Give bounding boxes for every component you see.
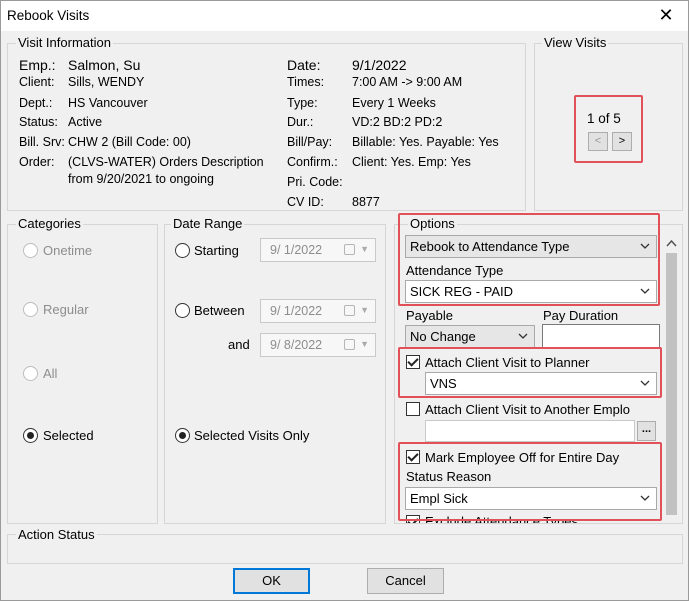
categories-label: Categories bbox=[16, 216, 83, 231]
date-label: Date: bbox=[287, 57, 321, 73]
between-date-picker[interactable]: 9/ 1/2022 ▼ bbox=[260, 299, 376, 323]
between-date-value: 9/ 1/2022 bbox=[270, 304, 323, 318]
dur-label: Dur.: bbox=[287, 115, 314, 129]
selected-visits-only-radio[interactable] bbox=[175, 428, 190, 443]
selected-visits-only-label: Selected Visits Only bbox=[194, 428, 310, 443]
calendar-icon bbox=[344, 244, 355, 255]
cancel-button[interactable]: Cancel bbox=[367, 568, 444, 594]
bill-srv-value: CHW 2 (Bill Code: 00) bbox=[68, 135, 191, 149]
category-all-label: All bbox=[43, 366, 58, 381]
confirm-label: Confirm.: bbox=[287, 155, 338, 169]
dept-value: HS Vancouver bbox=[68, 96, 148, 110]
pay-duration-label: Pay Duration bbox=[543, 308, 619, 323]
view-visits-highlight bbox=[574, 95, 643, 163]
category-onetime-label: Onetime bbox=[43, 243, 93, 258]
starting-date-value: 9/ 1/2022 bbox=[270, 243, 323, 257]
date-range-group bbox=[164, 224, 386, 524]
date-value: 9/1/2022 bbox=[352, 57, 407, 73]
and-label: and bbox=[228, 337, 250, 352]
dept-label: Dept.: bbox=[19, 96, 53, 110]
status-value: Active bbox=[68, 115, 103, 129]
and-date-picker[interactable]: 9/ 8/2022 ▼ bbox=[260, 333, 376, 357]
category-regular-radio[interactable] bbox=[23, 302, 38, 317]
payable-select[interactable]: No Change bbox=[405, 325, 535, 348]
bill-pay-value: Billable: Yes. Payable: Yes bbox=[352, 135, 499, 149]
title-bar[interactable]: Rebook Visits ✕ bbox=[1, 1, 688, 31]
chevron-down-icon: ▼ bbox=[360, 305, 369, 315]
order-label: Order: bbox=[19, 155, 55, 169]
client-value: Sills, WENDY bbox=[68, 75, 145, 89]
mark-off-highlight bbox=[398, 442, 662, 521]
client-label: Client: bbox=[19, 75, 55, 89]
status-label: Status: bbox=[19, 115, 58, 129]
scroll-up-icon[interactable] bbox=[663, 235, 680, 252]
times-label: Times: bbox=[287, 75, 325, 89]
chevron-down-icon bbox=[518, 333, 528, 339]
category-all-radio[interactable] bbox=[23, 366, 38, 381]
category-onetime-radio[interactable] bbox=[23, 243, 38, 258]
starting-label: Starting bbox=[194, 243, 239, 258]
category-selected-label: Selected bbox=[43, 428, 94, 443]
order-value-line1: (CLVS-WATER) Orders Description bbox=[68, 155, 264, 169]
cv-id-value: 8877 bbox=[352, 195, 380, 209]
window-title: Rebook Visits bbox=[7, 8, 90, 23]
emp-value: Salmon, Su bbox=[68, 57, 141, 73]
rebook-visits-dialog: Rebook Visits ✕ Visit Information Emp.: … bbox=[0, 0, 689, 601]
cv-id-label: CV ID: bbox=[287, 195, 324, 209]
view-visits-label: View Visits bbox=[542, 35, 609, 50]
options-attendance-highlight bbox=[398, 213, 660, 306]
category-selected-radio[interactable] bbox=[23, 428, 38, 443]
and-date-value: 9/ 8/2022 bbox=[270, 338, 323, 352]
bill-pay-label: Bill/Pay: bbox=[287, 135, 333, 149]
type-value: Every 1 Weeks bbox=[352, 96, 436, 110]
bill-srv-label: Bill. Srv: bbox=[19, 135, 65, 149]
attach-planner-highlight bbox=[398, 347, 662, 398]
attach-another-label: Attach Client Visit to Another Emplo bbox=[425, 402, 630, 417]
payable-value: No Change bbox=[410, 329, 476, 344]
between-radio[interactable] bbox=[175, 303, 190, 318]
dur-value: VD:2 BD:2 PD:2 bbox=[352, 115, 443, 129]
close-icon[interactable]: ✕ bbox=[656, 4, 676, 26]
calendar-icon bbox=[344, 305, 355, 316]
confirm-value: Client: Yes. Emp: Yes bbox=[352, 155, 471, 169]
browse-employee-button[interactable]: ... bbox=[637, 421, 656, 441]
pay-duration-input[interactable] bbox=[542, 324, 660, 348]
order-value-line2: from 9/20/2021 to ongoing bbox=[68, 172, 214, 186]
chevron-down-icon: ▼ bbox=[360, 244, 369, 254]
date-range-label: Date Range bbox=[171, 216, 245, 231]
pri-code-label: Pri. Code: bbox=[287, 175, 343, 189]
action-status-group bbox=[7, 534, 683, 564]
emp-label: Emp.: bbox=[19, 57, 56, 73]
action-status-label: Action Status bbox=[16, 527, 97, 542]
starting-date-picker[interactable]: 9/ 1/2022 ▼ bbox=[260, 238, 376, 262]
between-label: Between bbox=[194, 303, 245, 318]
another-employee-input[interactable] bbox=[425, 420, 635, 442]
calendar-icon bbox=[344, 339, 355, 350]
category-regular-label: Regular bbox=[43, 302, 89, 317]
payable-label: Payable bbox=[406, 308, 453, 323]
times-value: 7:00 AM -> 9:00 AM bbox=[352, 75, 463, 89]
scrollbar-thumb[interactable] bbox=[666, 253, 677, 515]
type-label: Type: bbox=[287, 96, 318, 110]
ok-button[interactable]: OK bbox=[233, 568, 310, 594]
options-scrollbar[interactable] bbox=[663, 235, 680, 523]
starting-radio[interactable] bbox=[175, 243, 190, 258]
chevron-down-icon: ▼ bbox=[360, 339, 369, 349]
attach-another-checkbox[interactable] bbox=[406, 402, 420, 416]
visit-information-label: Visit Information bbox=[16, 35, 113, 50]
